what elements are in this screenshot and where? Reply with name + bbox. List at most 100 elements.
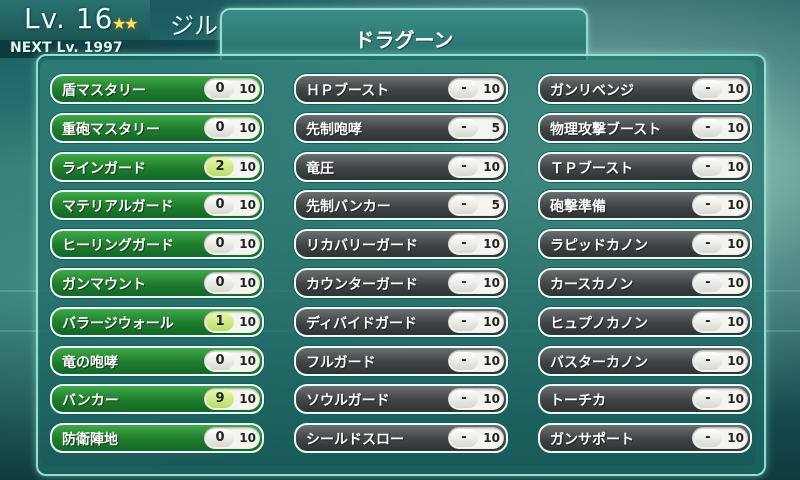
skill-button[interactable]: 先制咆哮 -5 [294, 113, 508, 143]
skill-level-pill: 0 10 [204, 350, 260, 372]
skill-current-level: - [694, 352, 722, 370]
skill-button[interactable]: 物理攻撃ブースト -10 [538, 113, 752, 143]
skill-button[interactable]: 防衛陣地 0 10 [50, 423, 264, 453]
skill-name: バラージウォール [62, 316, 174, 332]
level-box: Lv. 16 ★ ★ [0, 0, 150, 42]
skill-max-level: 10 [727, 82, 744, 96]
skill-name: 盾マスタリー [62, 83, 146, 99]
skill-button[interactable]: ソウルガード -10 [294, 384, 508, 414]
skill-button[interactable]: ヒーリングガード 0 10 [50, 229, 264, 259]
panel-title: ドラグーン [354, 28, 454, 52]
skill-button[interactable]: ラピッドカノン -10 [538, 229, 752, 259]
skill-current-level: - [450, 80, 478, 98]
skill-name: ガンマウント [62, 277, 146, 293]
skill-current-level: - [694, 235, 722, 253]
skill-name: ＴＰブースト [550, 161, 634, 177]
skill-level-pill: 9 10 [204, 388, 260, 410]
skill-level-pill: -10 [692, 388, 748, 410]
skill-name: ヒーリングガード [62, 238, 174, 254]
star-icon: ★ [124, 14, 139, 33]
skill-level-pill: 0 10 [204, 78, 260, 100]
skill-current-level: 0 [206, 352, 234, 370]
skill-button[interactable]: トーチカ -10 [538, 384, 752, 414]
skill-name: カースカノン [550, 277, 634, 293]
skill-max-level: 10 [483, 276, 500, 290]
skill-name: ガンリベンジ [550, 83, 634, 99]
skill-button[interactable]: 竜圧 -10 [294, 152, 508, 182]
skill-current-level: - [450, 196, 478, 214]
skill-level-pill: -10 [448, 272, 504, 294]
skill-button[interactable]: バンカー 9 10 [50, 384, 264, 414]
skill-current-level: 0 [206, 196, 234, 214]
skill-button[interactable]: 砲撃準備 -10 [538, 190, 752, 220]
skill-button[interactable]: リカバリーガード -10 [294, 229, 508, 259]
skill-button[interactable]: 先制バンカー -5 [294, 190, 508, 220]
skill-current-level: - [450, 390, 478, 408]
skill-button[interactable]: ＨＰブースト -10 [294, 74, 508, 104]
skill-max-level: 10 [239, 276, 256, 290]
skill-button[interactable]: ガンサポート -10 [538, 423, 752, 453]
skill-button[interactable]: 盾マスタリー 0 10 [50, 74, 264, 104]
skill-name: 物理攻撃ブースト [550, 122, 662, 138]
skill-max-level: 5 [491, 121, 500, 135]
skill-level-pill: -10 [692, 427, 748, 449]
skill-current-level: - [694, 390, 722, 408]
skill-max-level: 10 [239, 160, 256, 174]
skill-button[interactable]: フルガード -10 [294, 346, 508, 376]
skill-button[interactable]: ディバイドガード -10 [294, 307, 508, 337]
skill-level-pill: -10 [448, 156, 504, 178]
skill-current-level: - [694, 158, 722, 176]
skill-current-level: - [694, 196, 722, 214]
skill-button[interactable]: バラージウォール 1 10 [50, 307, 264, 337]
skill-current-level: - [450, 274, 478, 292]
skill-current-level: - [450, 119, 478, 137]
skill-name: 竜圧 [306, 161, 334, 177]
skill-button[interactable]: 竜の咆哮 0 10 [50, 346, 264, 376]
skill-button[interactable]: マテリアルガード 0 10 [50, 190, 264, 220]
skill-current-level: - [694, 429, 722, 447]
skill-button[interactable]: ラインガード 2 10 [50, 152, 264, 182]
skill-name: ディバイドガード [306, 316, 418, 332]
skill-level-pill: -10 [692, 156, 748, 178]
skill-max-level: 10 [727, 121, 744, 135]
skill-level-pill: -10 [448, 388, 504, 410]
skill-level-pill: -10 [448, 233, 504, 255]
skill-level-pill: -5 [448, 117, 504, 139]
skill-level-pill: -10 [692, 311, 748, 333]
panel-title-tab: ドラグーン [220, 8, 588, 60]
skill-max-level: 10 [727, 237, 744, 251]
skill-name: フルガード [306, 355, 376, 371]
skill-max-level: 10 [239, 431, 256, 445]
skill-button[interactable]: シールドスロー -10 [294, 423, 508, 453]
skill-button[interactable]: バスターカノン -10 [538, 346, 752, 376]
skill-level-pill: 0 10 [204, 427, 260, 449]
skill-current-level: - [450, 429, 478, 447]
skill-button[interactable]: ヒュプノカノン -10 [538, 307, 752, 337]
skill-current-level: 0 [206, 119, 234, 137]
skill-name: ソウルガード [306, 393, 390, 409]
skill-max-level: 10 [727, 160, 744, 174]
skill-name: 重砲マスタリー [62, 122, 160, 138]
skill-button[interactable]: カースカノン -10 [538, 268, 752, 298]
skill-button[interactable]: 重砲マスタリー 0 10 [50, 113, 264, 143]
skill-level-pill: 0 10 [204, 117, 260, 139]
skill-name: 竜の咆哮 [62, 355, 118, 371]
skill-max-level: 10 [727, 354, 744, 368]
skill-button[interactable]: カウンターガード -10 [294, 268, 508, 298]
skill-max-level: 10 [239, 82, 256, 96]
skill-current-level: 2 [206, 158, 234, 176]
character-name: ジル [170, 12, 218, 40]
skill-level-pill: -10 [692, 350, 748, 372]
skill-max-level: 10 [239, 198, 256, 212]
skill-name: 防衛陣地 [62, 432, 118, 448]
skill-name: カウンターガード [306, 277, 418, 293]
skill-button[interactable]: ＴＰブースト -10 [538, 152, 752, 182]
skill-name: 先制バンカー [306, 199, 391, 215]
skill-max-level: 10 [483, 237, 500, 251]
skill-level-pill: -10 [692, 272, 748, 294]
skill-max-level: 10 [727, 198, 744, 212]
skill-button[interactable]: ガンリベンジ -10 [538, 74, 752, 104]
skill-current-level: - [450, 158, 478, 176]
skill-button[interactable]: ガンマウント 0 10 [50, 268, 264, 298]
skill-name: ＨＰブースト [306, 83, 390, 99]
